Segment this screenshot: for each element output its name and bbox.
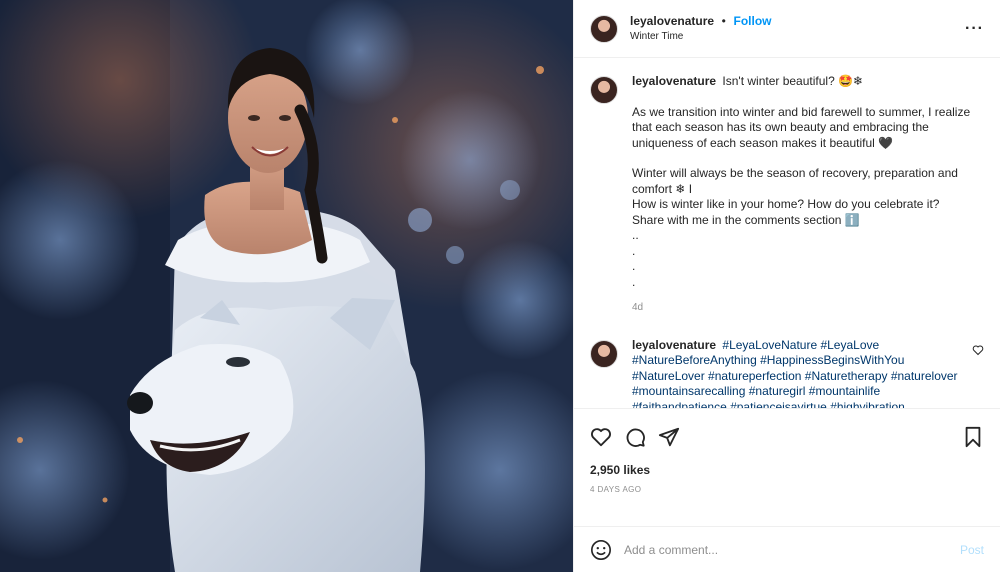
- comment-username[interactable]: leyalovenature: [632, 338, 716, 352]
- caption-username[interactable]: leyalovenature: [632, 74, 716, 88]
- comment-body: leyalovenature #LeyaLoveNature #LeyaLove…: [632, 338, 962, 409]
- caption-dots-3: .: [632, 259, 636, 273]
- more-options-icon[interactable]: ···: [965, 20, 984, 38]
- action-icons: [590, 417, 984, 457]
- caption-body: leyalovenature Isn't winter beautiful? 🤩…: [632, 74, 972, 316]
- caption-paragraph-2: Winter will always be the season of reco…: [632, 166, 958, 196]
- comments-list[interactable]: leyalovenature Isn't winter beautiful? 🤩…: [574, 58, 1000, 408]
- post-button[interactable]: Post: [960, 543, 984, 557]
- avatar[interactable]: [590, 76, 618, 104]
- likes-count[interactable]: 2,950 likes: [590, 463, 984, 477]
- caption: leyalovenature Isn't winter beautiful? 🤩…: [590, 74, 984, 316]
- location-label[interactable]: Winter Time: [630, 29, 772, 45]
- comment-icon[interactable]: [624, 426, 646, 448]
- comment-item: leyalovenature #LeyaLoveNature #LeyaLove…: [590, 338, 984, 409]
- avatar[interactable]: [590, 14, 618, 43]
- caption-dots-4: .: [632, 274, 636, 289]
- instagram-post: leyalovenature • Follow Winter Time ··· …: [0, 0, 1000, 572]
- post-date[interactable]: 4 DAYS AGO: [590, 485, 984, 494]
- caption-age[interactable]: 4d: [632, 300, 972, 316]
- photo-illustration: [0, 0, 573, 572]
- caption-first-line: Isn't winter beautiful? 🤩❄: [722, 74, 864, 88]
- heart-icon[interactable]: [590, 426, 612, 448]
- add-comment-bar: Post: [574, 526, 1000, 572]
- post-photo[interactable]: [0, 0, 573, 572]
- bookmark-icon[interactable]: [962, 426, 984, 448]
- caption-paragraph-1: As we transition into winter and bid far…: [632, 104, 971, 150]
- caption-paragraph-3: How is winter like in your home? How do …: [632, 197, 940, 227]
- share-icon[interactable]: [658, 426, 680, 448]
- comment-input[interactable]: [624, 542, 960, 557]
- post-header: leyalovenature • Follow Winter Time ···: [574, 0, 1000, 58]
- emoji-icon[interactable]: [590, 539, 612, 561]
- post-side-panel: leyalovenature • Follow Winter Time ··· …: [573, 0, 1000, 572]
- header-username[interactable]: leyalovenature: [630, 14, 714, 28]
- header-separator: •: [721, 13, 726, 28]
- caption-dots-2: .: [632, 243, 636, 258]
- action-bar: 2,950 likes 4 DAYS AGO: [574, 408, 1000, 526]
- caption-dots-1: ..: [632, 228, 639, 242]
- heart-icon[interactable]: [972, 344, 984, 356]
- follow-button[interactable]: Follow: [734, 14, 772, 28]
- avatar[interactable]: [590, 339, 618, 368]
- header-text: leyalovenature • Follow Winter Time: [630, 13, 772, 45]
